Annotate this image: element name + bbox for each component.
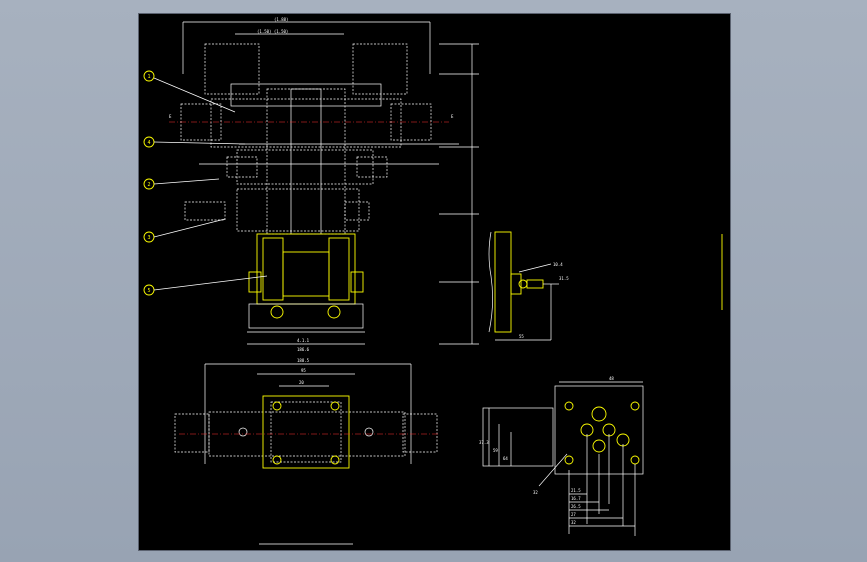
subplate-highlight: 4.1.1 186.6 xyxy=(247,233,365,352)
svg-text:59: 59 xyxy=(493,448,498,453)
section-left: E xyxy=(169,114,172,119)
port-pattern-view: 48 32 21.5 16.7 26.5 27 32 37.3 59 64 xyxy=(479,376,644,536)
svg-text:27: 27 xyxy=(571,512,576,517)
cad-viewport[interactable]: (1.88) (1.50) (1.50) E E 4.1.1 186.6 1 4… xyxy=(0,0,867,562)
plan-inner: 95 xyxy=(301,368,306,373)
top-dimensions: (1.88) (1.50) (1.50) xyxy=(182,17,479,345)
svg-text:64: 64 xyxy=(503,456,508,461)
svg-text:4: 4 xyxy=(148,140,151,146)
dim-bottom: 4.1.1 xyxy=(297,338,310,343)
section-right: E xyxy=(451,114,454,119)
right-top-dim: 48 xyxy=(609,376,614,381)
plan-small: 20 xyxy=(299,380,304,385)
dim-top-overall: (1.88) xyxy=(274,17,288,22)
svg-text:21.5: 21.5 xyxy=(571,488,581,493)
side-view: 10.4 31.5 55 xyxy=(488,231,723,341)
svg-text:2: 2 xyxy=(148,182,151,188)
dim-top-sub: (1.50) (1.50) xyxy=(257,29,288,34)
part-balloons: 1 4 2 3 5 xyxy=(143,70,268,296)
svg-text:1: 1 xyxy=(148,74,151,80)
svg-text:5: 5 xyxy=(148,288,151,294)
svg-text:37.3: 37.3 xyxy=(479,440,489,445)
plan-view: 188.5 95 20 xyxy=(174,358,439,545)
plan-overall: 188.5 xyxy=(297,358,310,363)
right-side-dim: 32 xyxy=(533,490,538,495)
port-mark: 10.4 xyxy=(553,262,563,267)
hydraulic-valve-drawing: (1.88) (1.50) (1.50) E E 4.1.1 186.6 1 4… xyxy=(143,17,723,545)
svg-text:26.5: 26.5 xyxy=(571,504,581,509)
svg-text:16.7: 16.7 xyxy=(571,496,581,501)
drawing-canvas[interactable]: (1.88) (1.50) (1.50) E E 4.1.1 186.6 1 4… xyxy=(138,13,731,551)
valve-assembly-elevation: E E xyxy=(169,43,459,235)
svg-text:32: 32 xyxy=(571,520,576,525)
svg-text:3: 3 xyxy=(148,235,151,241)
side-width: 55 xyxy=(519,334,524,339)
dim-plate-width: 186.6 xyxy=(297,347,310,352)
port-mark-2: 31.5 xyxy=(559,276,569,281)
